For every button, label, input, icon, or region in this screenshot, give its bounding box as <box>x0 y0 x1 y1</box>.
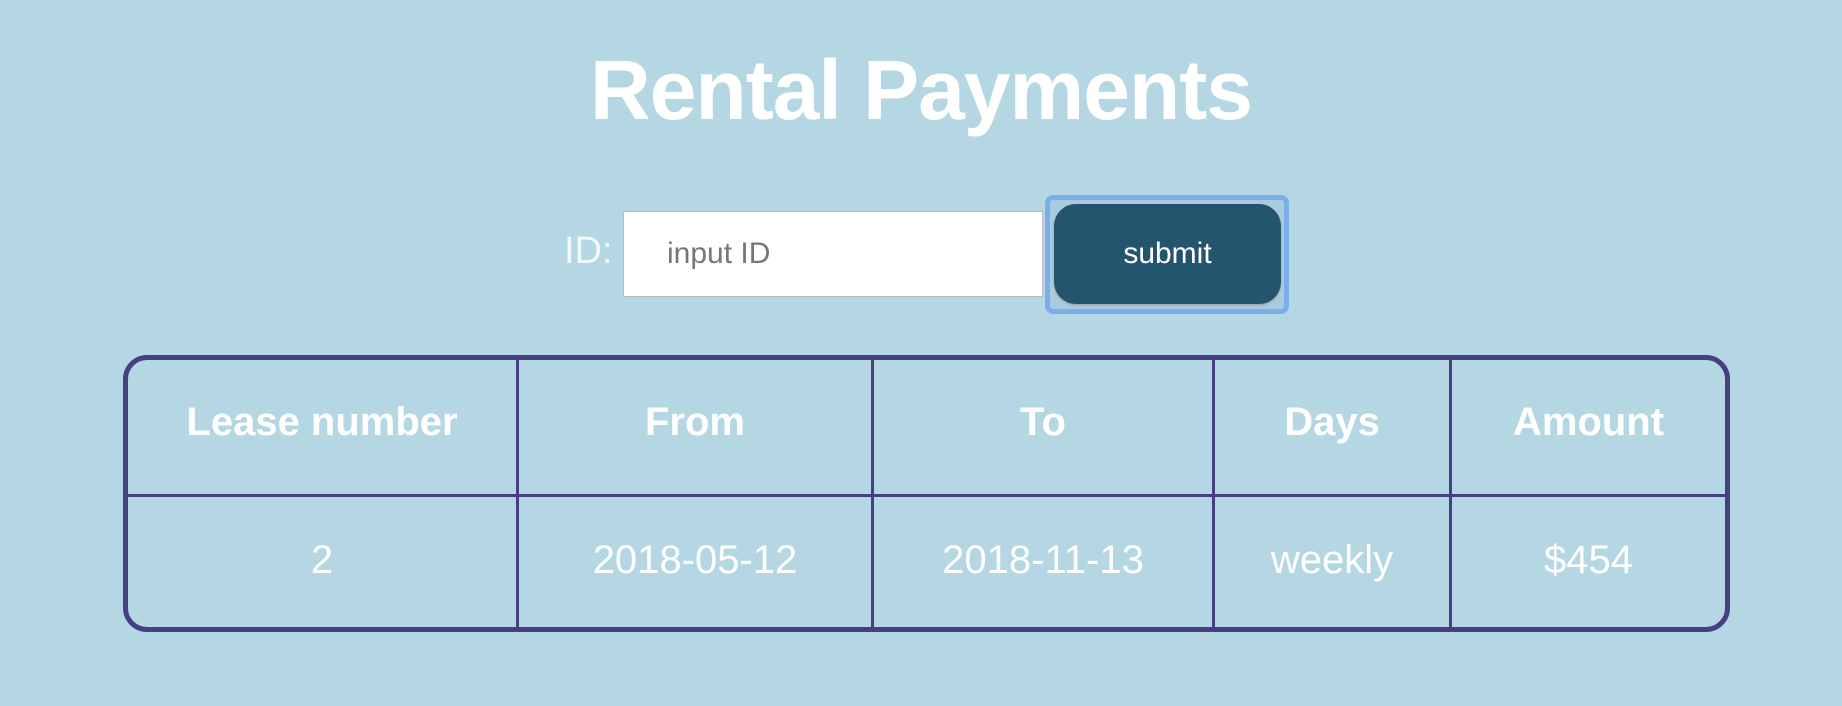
payments-table: Lease number From To Days Amount 2 2018-… <box>123 355 1730 632</box>
column-header-amount: Amount <box>1452 360 1725 497</box>
cell-from: 2018-05-12 <box>519 497 874 627</box>
column-header-days: Days <box>1215 360 1452 497</box>
id-input[interactable] <box>623 211 1043 297</box>
cell-lease-number: 2 <box>128 497 519 627</box>
id-label: ID: <box>564 230 613 272</box>
column-header-from: From <box>519 360 874 497</box>
cell-days: weekly <box>1215 497 1452 627</box>
cell-to: 2018-11-13 <box>874 497 1215 627</box>
submit-button[interactable]: submit <box>1054 204 1281 304</box>
cell-amount: $454 <box>1544 537 1633 582</box>
column-header-to: To <box>874 360 1215 497</box>
column-header-lease-number: Lease number <box>128 360 519 497</box>
page-title: Rental Payments <box>590 43 1253 137</box>
